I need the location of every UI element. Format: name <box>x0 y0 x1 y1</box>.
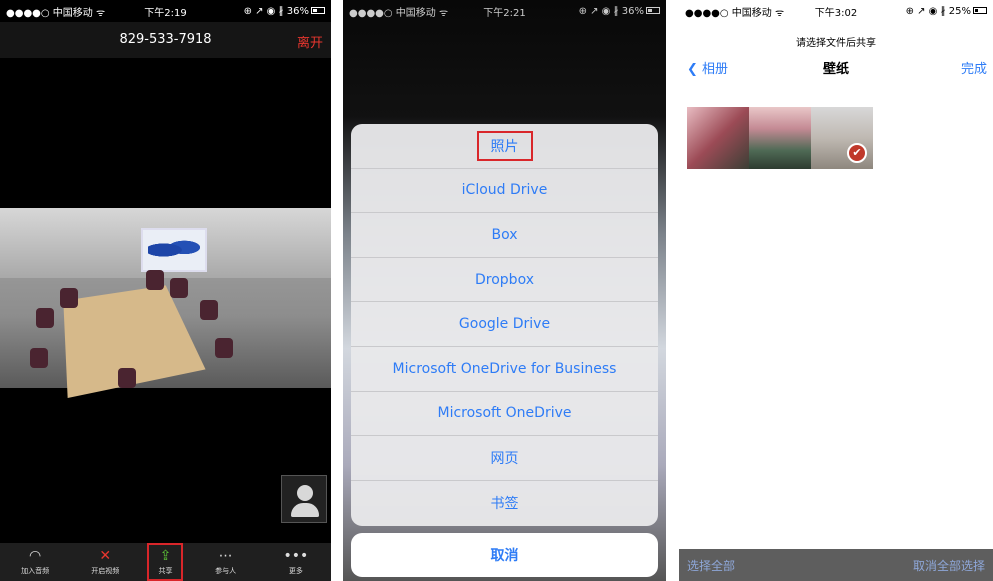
participants-button[interactable]: ⋯ 参与人 <box>198 543 254 581</box>
cancel-button[interactable]: 取消 <box>351 533 658 577</box>
headphones-icon: ◠ <box>28 548 42 564</box>
option-dropbox[interactable]: Dropbox <box>351 258 658 303</box>
prompt-text: 请选择文件后共享 <box>796 38 876 49</box>
chat-icon: ⋯ <box>218 548 233 564</box>
video-off-icon: ✕ <box>99 548 112 564</box>
avatar-body <box>291 503 319 517</box>
checkmark-icon: ✔ <box>847 143 867 163</box>
screenshot-collage: ●●●●○ 中国移动 ᯤ 下午2:19 ⊕ ↗ ◉ ∦ 36% 829-533-… <box>0 0 993 581</box>
toolbar-label: 加入音频 <box>21 567 50 575</box>
select-all-button[interactable]: 选择全部 <box>687 557 735 574</box>
start-video-button[interactable]: ✕ 开启视频 <box>77 543 133 581</box>
option-photos[interactable]: 照片 <box>351 124 658 169</box>
self-view-avatar[interactable] <box>281 475 327 523</box>
leave-button[interactable]: 离开 <box>297 32 323 51</box>
world-map-image <box>148 237 200 263</box>
option-box[interactable]: Box <box>351 213 658 258</box>
option-web-page[interactable]: 网页 <box>351 436 658 481</box>
done-button[interactable]: 完成 <box>961 58 987 77</box>
option-google-drive[interactable]: Google Drive <box>351 302 658 347</box>
share-options-sheet: 照片 iCloud Drive Box Dropbox Google Drive… <box>351 124 658 526</box>
option-onedrive[interactable]: Microsoft OneDrive <box>351 392 658 437</box>
photo-thumbnail[interactable]: ✔ <box>811 107 873 169</box>
photo-thumbnail[interactable] <box>687 107 749 169</box>
toolbar-label: 开启视频 <box>91 567 120 575</box>
option-icloud-drive[interactable]: iCloud Drive <box>351 169 658 214</box>
carrier-signal: ●●●●○ 中国移动 ᯤ <box>685 7 785 19</box>
photo-picker-screen: ●●●●○ 中国移动 ᯤ 下午3:02 ⊕ ↗ ◉ ∦ 25% 请选择文件后共享… <box>679 0 993 581</box>
meeting-screen: ●●●●○ 中国移动 ᯤ 下午2:19 ⊕ ↗ ◉ ∦ 36% 829-533-… <box>0 0 331 581</box>
status-bar: ●●●●○ 中国移动 ᯤ 下午3:02 ⊕ ↗ ◉ ∦ 25% <box>679 0 993 22</box>
meeting-toolbar: ◠ 加入音频 ✕ 开启视频 ⇪ 共享 ⋯ 参与人 ••• 更多 <box>0 543 331 581</box>
battery-icon <box>646 7 660 14</box>
toolbar-label: 共享 <box>158 567 173 575</box>
battery-icon <box>311 7 325 14</box>
share-button[interactable]: ⇪ 共享 <box>147 543 184 581</box>
photo-thumbnail[interactable] <box>749 107 811 169</box>
wall-display <box>141 228 207 272</box>
carrier-signal: ●●●●○ 中国移动 ᯤ <box>6 7 106 19</box>
toolbar-label: 更多 <box>288 567 303 575</box>
nav-bar: ❮ 相册 壁纸 完成 <box>679 54 993 82</box>
photo-grid: ✔ <box>687 107 873 169</box>
status-right: ⊕ ↗ ◉ ∦ 36% <box>579 6 660 17</box>
status-right: ⊕ ↗ ◉ ∦ 25% <box>906 6 987 17</box>
status-bar: ●●●●○ 中国移动 ᯤ 下午2:21 ⊕ ↗ ◉ ∦ 36% <box>343 0 666 22</box>
option-bookmarks[interactable]: 书签 <box>351 481 658 526</box>
bottom-bar: 选择全部 取消全部选择 <box>679 549 993 581</box>
more-button[interactable]: ••• 更多 <box>268 543 324 581</box>
page-title: 壁纸 <box>822 62 849 77</box>
meeting-id: 829-533-7918 <box>119 32 212 47</box>
toolbar-label: 参与人 <box>215 567 237 575</box>
status-bar: ●●●●○ 中国移动 ᯤ 下午2:19 ⊕ ↗ ◉ ∦ 36% <box>0 0 331 22</box>
video-feed <box>0 208 331 399</box>
meeting-header: 829-533-7918 离开 <box>0 22 331 58</box>
share-sheet-screen: ●●●●○ 中国移动 ᯤ 下午2:21 ⊕ ↗ ◉ ∦ 36% 照片 iClou… <box>343 0 666 581</box>
share-icon: ⇪ <box>159 548 172 564</box>
battery-icon <box>973 7 987 14</box>
option-onedrive-business[interactable]: Microsoft OneDrive for Business <box>351 347 658 392</box>
more-icon: ••• <box>283 548 309 564</box>
carrier-signal: ●●●●○ 中国移动 ᯤ <box>349 7 449 19</box>
avatar-head <box>297 485 313 501</box>
join-audio-button[interactable]: ◠ 加入音频 <box>7 543 63 581</box>
status-right: ⊕ ↗ ◉ ∦ 36% <box>244 6 325 17</box>
deselect-all-button[interactable]: 取消全部选择 <box>913 557 985 574</box>
